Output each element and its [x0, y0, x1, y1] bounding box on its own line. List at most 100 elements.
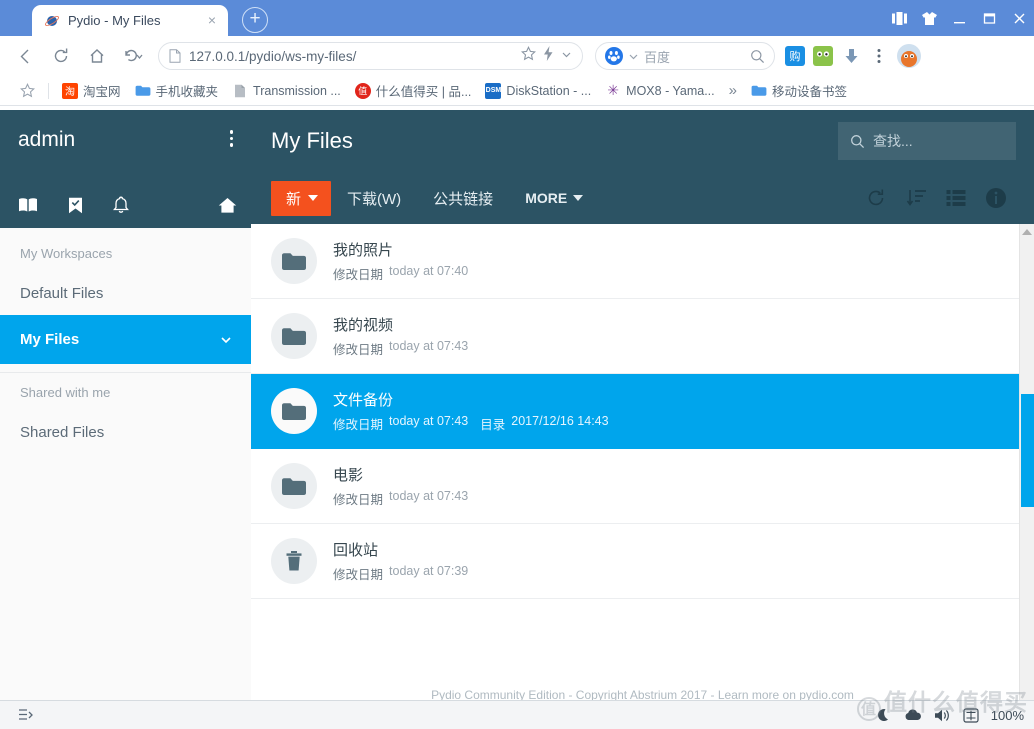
public-link-button[interactable]: 公共链接: [417, 188, 509, 209]
bookmark-mobile-favorites[interactable]: 手机收藏夹: [128, 79, 226, 102]
sidebar-username: admin: [18, 128, 76, 151]
search-engine-chevron-icon[interactable]: [628, 51, 639, 62]
file-meta: 我的视频 修改日期 today at 07:43: [333, 314, 1014, 358]
browser-menu-button[interactable]: [869, 46, 889, 66]
bookmark-mobile-device[interactable]: 移动设备书签: [744, 79, 854, 102]
bookmarks-divider: [48, 82, 49, 99]
notifications-bell-icon[interactable]: [113, 196, 129, 214]
file-list: 我的照片 修改日期 today at 07:40 我的视频 修改日期 today…: [251, 224, 1034, 710]
maximize-button[interactable]: [974, 3, 1004, 33]
document-icon: [169, 49, 181, 63]
browser-search-input[interactable]: 百度: [644, 47, 745, 66]
user-avatar[interactable]: [897, 44, 921, 68]
bookmark-star-icon[interactable]: [8, 81, 42, 100]
volume-icon[interactable]: [934, 708, 951, 723]
taobao-shopping-extension[interactable]: 购: [785, 46, 805, 66]
table-row[interactable]: 我的视频 修改日期 today at 07:43: [251, 299, 1034, 374]
bookmark-transmission[interactable]: Transmission ...: [225, 81, 348, 101]
bookmark-check-icon[interactable]: [68, 197, 83, 214]
table-row[interactable]: 电影 修改日期 today at 07:43: [251, 449, 1034, 524]
bookmark-label: DiskStation - ...: [506, 83, 592, 98]
history-back-icon[interactable]: [116, 40, 150, 72]
file-toolbar: 新 下载(W) 公共链接 MORE: [251, 172, 1034, 224]
minimize-button[interactable]: [944, 3, 974, 33]
bookmarks-bar: 淘 淘宝网 手机收藏夹 Transmission ... 值 什么值得买 | 品…: [0, 76, 1034, 106]
overflow-glyph: »: [728, 82, 737, 99]
bookmark-diskstation[interactable]: DSM DiskStation - ...: [478, 81, 598, 101]
refresh-icon[interactable]: [856, 178, 896, 218]
moon-icon[interactable]: [877, 708, 892, 723]
download-button[interactable]: 下载(W): [331, 188, 417, 209]
omnibox-actions: [520, 45, 572, 66]
file-meta: 我的照片 修改日期 today at 07:40: [333, 239, 1014, 283]
sidebar-item-label: Shared Files: [20, 423, 105, 441]
download-label: 下载(W): [347, 190, 402, 208]
taskbar-list-icon[interactable]: [10, 708, 42, 722]
search-input[interactable]: 查找...: [838, 122, 1016, 160]
sort-icon[interactable]: [896, 178, 936, 218]
new-button[interactable]: 新: [271, 180, 332, 216]
bookmarks-overflow-button[interactable]: »: [722, 80, 744, 101]
input-method-icon[interactable]: [963, 707, 979, 723]
list-view-icon[interactable]: [936, 178, 976, 218]
window-controls: [884, 0, 1034, 36]
cloud-icon[interactable]: [904, 708, 922, 722]
new-tab-button[interactable]: +: [242, 7, 268, 33]
close-tab-icon[interactable]: ×: [204, 13, 220, 29]
smzdm-icon: 值: [354, 82, 371, 99]
home-icon[interactable]: [80, 40, 114, 72]
tab-strip: Pydio - My Files × +: [0, 0, 1034, 36]
system-tray: 100%: [877, 708, 1024, 723]
address-book-icon[interactable]: [18, 197, 38, 213]
dsm-icon: DSM: [485, 82, 502, 99]
scrollbar[interactable]: [1019, 224, 1034, 710]
address-bar[interactable]: 127.0.0.1/pydio/ws-my-files/: [158, 42, 583, 70]
table-row[interactable]: 回收站 修改日期 today at 07:39: [251, 524, 1034, 599]
more-button[interactable]: MORE: [509, 190, 599, 206]
reload-icon[interactable]: [44, 40, 78, 72]
bookmark-smzdm[interactable]: 值 什么值得买 | 品...: [348, 79, 479, 102]
table-row[interactable]: 我的照片 修改日期 today at 07:40: [251, 224, 1034, 299]
browser-tab[interactable]: Pydio - My Files ×: [32, 5, 228, 36]
info-icon[interactable]: [976, 178, 1016, 218]
lightning-icon[interactable]: [543, 46, 554, 66]
table-row[interactable]: 文件备份 修改日期 today at 07:43 目录 2017/12/16 1…: [251, 374, 1034, 449]
extension-icons: 购: [785, 44, 921, 68]
browser-toolbar: 127.0.0.1/pydio/ws-my-files/ 百度 购: [0, 36, 1034, 76]
bookmark-label: MOX8 - Yama...: [626, 83, 715, 98]
sidebar-item-shared-files[interactable]: Shared Files: [0, 410, 251, 454]
split-screen-button[interactable]: [884, 3, 914, 33]
bookmark-icon-glyph: 淘: [65, 87, 75, 98]
bookmark-label: Transmission ...: [253, 83, 341, 98]
star-icon[interactable]: [520, 45, 537, 66]
bookmark-label: 手机收藏夹: [155, 85, 219, 99]
search-placeholder: 查找...: [873, 133, 913, 149]
zoom-level[interactable]: 100%: [991, 708, 1024, 723]
search-icon[interactable]: [750, 49, 765, 64]
browser-search-box[interactable]: 百度: [595, 42, 775, 70]
bookmark-label: 什么值得买 | 品...: [375, 85, 472, 99]
modified-label: 修改日期: [333, 418, 384, 432]
scroll-up-arrow-icon[interactable]: [1022, 229, 1032, 235]
chevron-down-icon[interactable]: [561, 47, 572, 65]
theme-shirt-button[interactable]: [914, 3, 944, 33]
sidebar: admin My Workspaces Default Files My Fil…: [0, 110, 251, 710]
sidebar-group-shared-with-me: Shared with me: [20, 385, 111, 400]
modified-label: 修改日期: [333, 268, 384, 282]
chevron-down-icon[interactable]: [219, 333, 233, 347]
three-dots-vertical-icon[interactable]: [229, 130, 233, 147]
modified-value: today at 07:39: [389, 564, 469, 578]
bookmark-mox8-yamaha[interactable]: ✳ MOX8 - Yama...: [598, 81, 721, 101]
download-extension[interactable]: [841, 46, 861, 66]
back-arrow-icon[interactable]: [8, 40, 42, 72]
sidebar-item-default-files[interactable]: Default Files: [0, 271, 251, 315]
sidebar-item-my-files[interactable]: My Files: [0, 315, 251, 364]
frog-extension[interactable]: [813, 46, 833, 66]
home-icon[interactable]: [218, 197, 237, 214]
modified-value: today at 07:43: [389, 339, 469, 353]
modified-label: 修改日期: [333, 343, 384, 357]
scrollbar-thumb[interactable]: [1021, 394, 1034, 507]
browser-window: Pydio - My Files × + 127.0.0.1/pydio/ws-…: [0, 0, 1034, 729]
close-window-button[interactable]: [1004, 3, 1034, 33]
bookmark-taobao[interactable]: 淘 淘宝网: [55, 79, 128, 102]
